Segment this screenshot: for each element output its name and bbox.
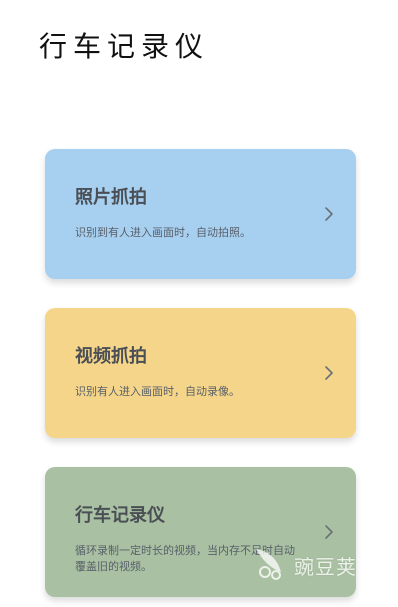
page-title: 行车记录仪 <box>39 30 210 63</box>
watermark-text: 豌豆荚 <box>294 555 357 579</box>
card-description: 识别到有人进入画面时，自动拍照。 <box>75 226 251 239</box>
photo-capture-card[interactable]: 照片抓拍 识别到有人进入画面时，自动拍照。 <box>45 149 356 279</box>
chevron-right-icon <box>322 363 336 383</box>
chevron-right-icon <box>322 204 336 224</box>
card-title: 视频抓拍 <box>75 346 147 367</box>
chevron-right-icon <box>322 522 336 542</box>
card-title: 照片抓拍 <box>75 187 147 208</box>
card-description: 识别有人进入画面时，自动录像。 <box>75 385 240 398</box>
watermark: 豌豆荚 <box>250 541 370 585</box>
page: 行车记录仪 照片抓拍 识别到有人进入画面时，自动拍照。 视频抓拍 识别有人进入画… <box>0 0 398 607</box>
card-title: 行车记录仪 <box>75 505 165 526</box>
watermark-logo-icon <box>250 541 294 585</box>
video-capture-card[interactable]: 视频抓拍 识别有人进入画面时，自动录像。 <box>45 308 356 438</box>
